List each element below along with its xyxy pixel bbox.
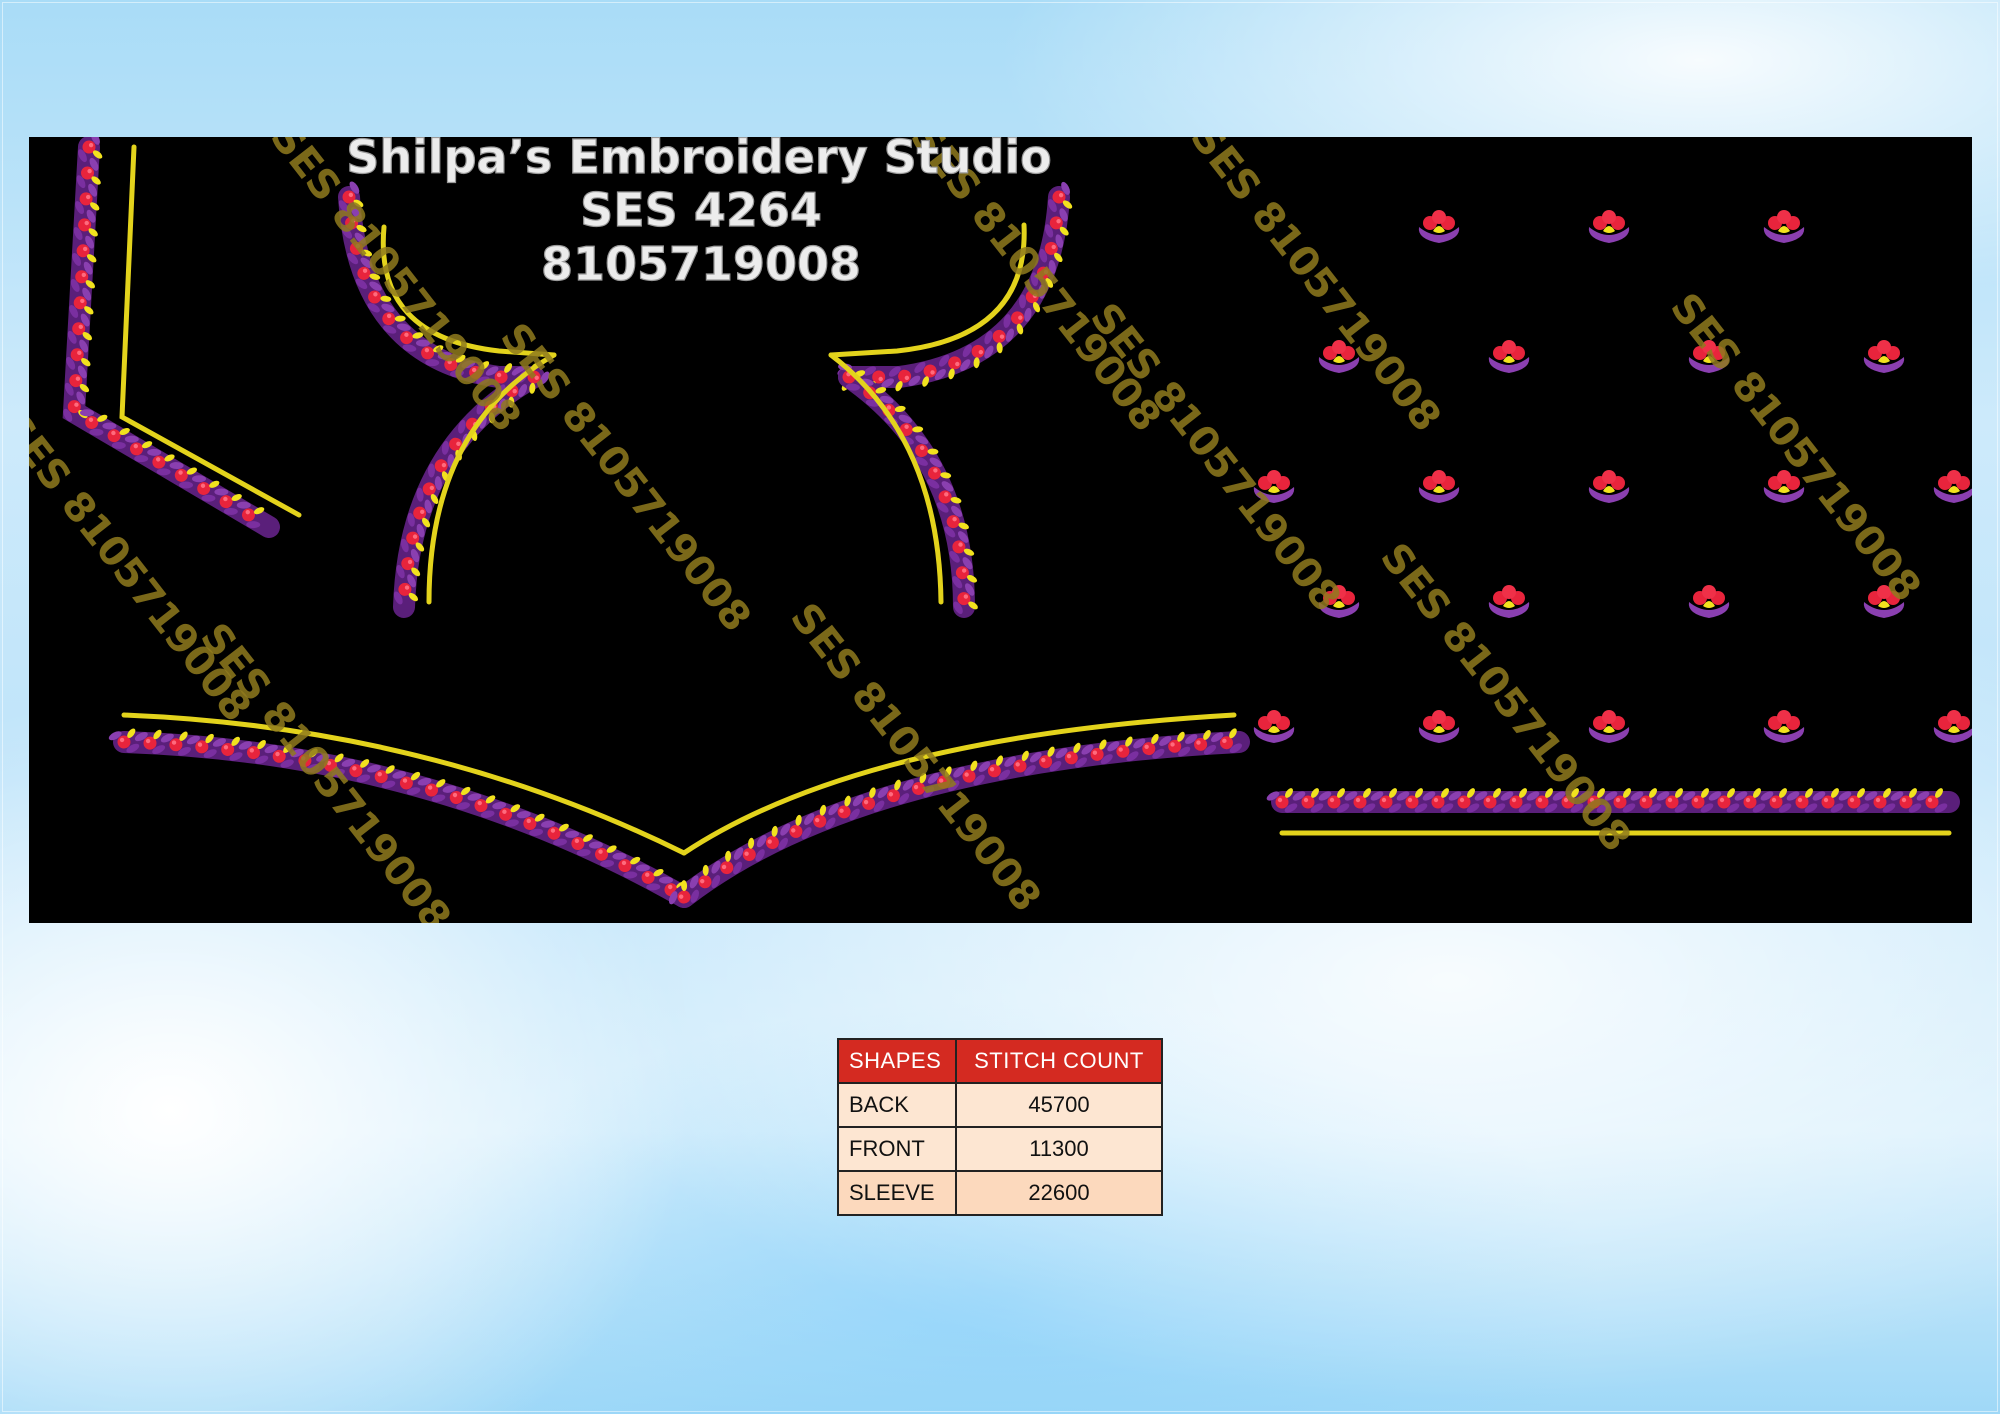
table-header-row: SHAPES STITCH COUNT xyxy=(837,1038,1163,1084)
header-stitch-count: STITCH COUNT xyxy=(955,1038,1163,1084)
table-row: BACK 45700 xyxy=(837,1082,1163,1128)
studio-phone: 8105719008 xyxy=(541,237,861,291)
embroidery-design-preview: SES 8105719008 SES 8105719008 SES 81057190… xyxy=(29,137,1972,923)
butta-motif xyxy=(1763,210,1805,243)
butta-motif xyxy=(1588,470,1630,503)
watermark-text: SES 8105719008 xyxy=(491,315,759,641)
stitch-count-cell: 22600 xyxy=(955,1170,1163,1216)
stitch-count-cell: 11300 xyxy=(955,1126,1163,1172)
butta-motif xyxy=(1763,710,1805,743)
header-shapes: SHAPES xyxy=(837,1038,957,1084)
table-row: SLEEVE 22600 xyxy=(837,1170,1163,1216)
shape-cell: FRONT xyxy=(837,1126,957,1172)
stitch-count-table: SHAPES STITCH COUNT BACK 45700 FRONT 113… xyxy=(837,1038,1163,1216)
stitch-count-cell: 45700 xyxy=(955,1082,1163,1128)
butta-motif xyxy=(1863,340,1905,373)
butta-motif xyxy=(1588,210,1630,243)
studio-name: Shilpa’s Embroidery Studio xyxy=(346,137,1052,184)
butta-motif xyxy=(1933,710,1972,743)
butta-motif xyxy=(1418,710,1460,743)
shape-cell: BACK xyxy=(837,1082,957,1128)
watermark-text: SES 8105719008 xyxy=(1081,295,1349,621)
butta-motif xyxy=(1688,585,1730,618)
table-row: FRONT 11300 xyxy=(837,1126,1163,1172)
watermark-text: SES 8105719008 xyxy=(191,615,459,923)
butta-motif xyxy=(1418,470,1460,503)
butta-motif xyxy=(1588,710,1630,743)
butta-motif xyxy=(1253,710,1295,743)
butta-motif xyxy=(1418,210,1460,243)
watermark-text: SES 8105719008 xyxy=(1661,285,1929,611)
watermark-text: SES 8105719008 xyxy=(1181,137,1449,440)
design-code: SES 4264 xyxy=(580,183,822,237)
butta-motif xyxy=(1488,585,1530,618)
butta-motifs xyxy=(1253,210,1972,743)
shape-cell: SLEEVE xyxy=(837,1170,957,1216)
butta-motif xyxy=(1933,470,1972,503)
butta-motif xyxy=(1488,340,1530,373)
